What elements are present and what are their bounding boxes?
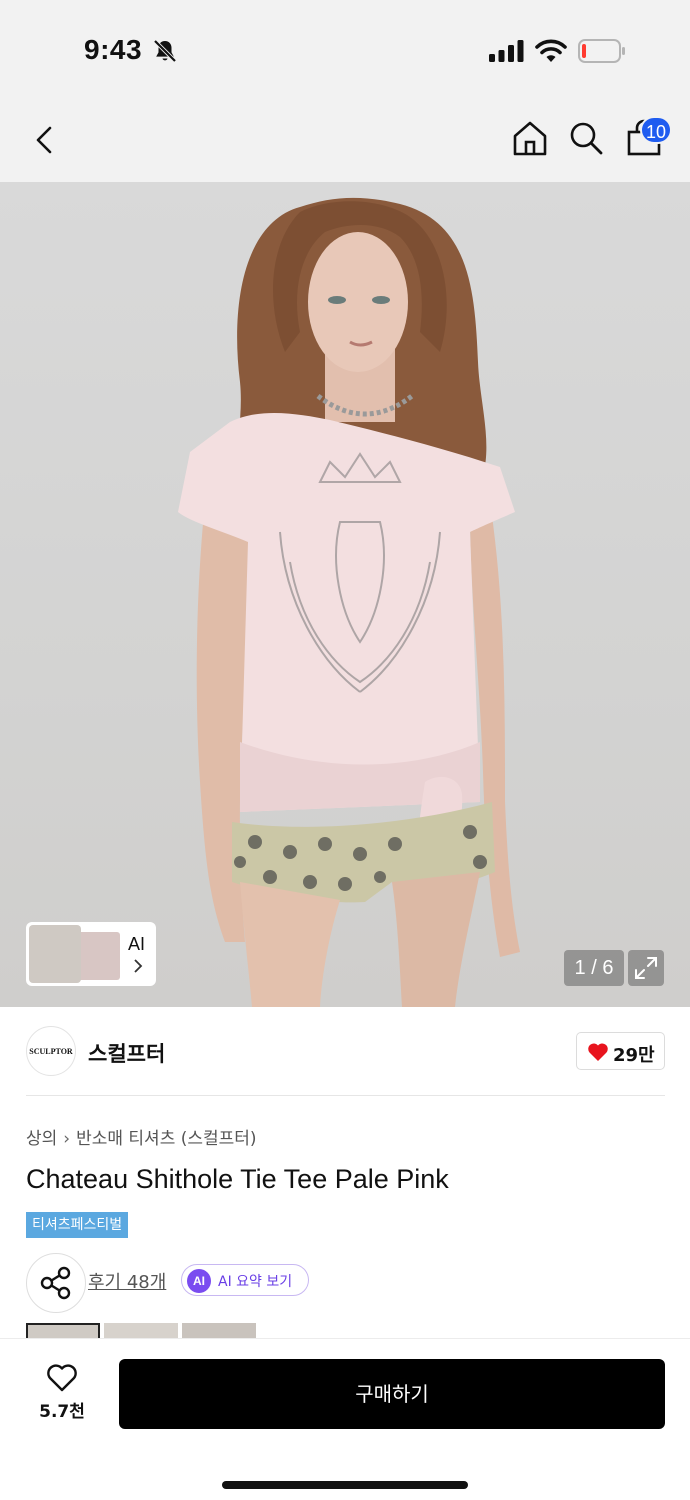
cart-count-badge: 10 — [640, 116, 672, 144]
cellular-signal-icon — [489, 40, 524, 62]
search-icon[interactable] — [566, 118, 606, 158]
chevron-left-icon[interactable] — [28, 120, 62, 160]
breadcrumb-subcategory[interactable]: 반소매 티셔츠 (스컬프터) — [76, 1129, 256, 1149]
image-thumbnail-strip — [26, 1323, 266, 1339]
brand-like-button[interactable]: 29만 — [576, 1032, 665, 1070]
bell-slash-icon — [153, 39, 177, 63]
thumbnail-image — [29, 925, 81, 983]
wifi-icon — [535, 39, 567, 62]
top-navigation-bar — [0, 100, 690, 182]
heart-filled-icon — [588, 1043, 608, 1061]
divider — [26, 1095, 665, 1096]
battery-low-icon — [578, 39, 625, 63]
breadcrumb-category[interactable]: 상의 — [26, 1129, 57, 1149]
chevron-right-icon: › — [63, 1129, 71, 1149]
image-counter: 1 / 6 — [564, 950, 624, 986]
status-time: 9:43 — [84, 34, 143, 65]
chevron-right-icon — [134, 959, 143, 973]
share-icon — [40, 1266, 71, 1300]
buy-button[interactable]: 구매하기 — [119, 1359, 665, 1429]
review-link[interactable]: 후기 48개 — [88, 1268, 166, 1294]
ai-badge-icon: AI — [187, 1269, 211, 1293]
ai-summary-label: AI 요약 보기 — [218, 1274, 293, 1290]
ai-styling-thumbnail[interactable]: AI — [26, 922, 156, 986]
thumbnail-image — [76, 932, 120, 980]
heart-outline-icon — [47, 1364, 77, 1392]
wishlist-button[interactable]: 5.7천 — [30, 1361, 94, 1425]
ai-summary-button[interactable]: AI AI 요약 보기 — [181, 1264, 309, 1296]
home-indicator — [222, 1481, 468, 1489]
bottom-action-bar: 5.7천 구매하기 — [0, 1338, 690, 1500]
brand-name[interactable]: 스컬프터 — [88, 1038, 165, 1068]
product-image-carousel[interactable]: AI 1 / 6 — [0, 182, 690, 1007]
status-bar: 9:43 — [0, 0, 690, 100]
gallery-thumbnail[interactable] — [182, 1323, 256, 1339]
brand-like-count: 29만 — [613, 1045, 655, 1066]
product-title: Chateau Shithole Tie Tee Pale Pink — [26, 1164, 449, 1194]
wishlist-count: 5.7천 — [39, 1402, 85, 1422]
expand-icon[interactable] — [628, 950, 664, 986]
share-button[interactable] — [26, 1253, 86, 1313]
home-icon[interactable] — [510, 118, 550, 158]
event-tag[interactable]: 티셔츠페스티벌 — [26, 1212, 129, 1238]
gallery-thumbnail[interactable] — [26, 1323, 100, 1339]
brand-logo[interactable]: SCULPTOR — [26, 1026, 76, 1076]
ai-label: AI — [128, 934, 146, 954]
product-model-photo — [178, 197, 520, 1007]
breadcrumb: 상의 › 반소매 티셔츠 (스컬프터) — [26, 1124, 257, 1149]
gallery-thumbnail[interactable] — [104, 1323, 178, 1339]
